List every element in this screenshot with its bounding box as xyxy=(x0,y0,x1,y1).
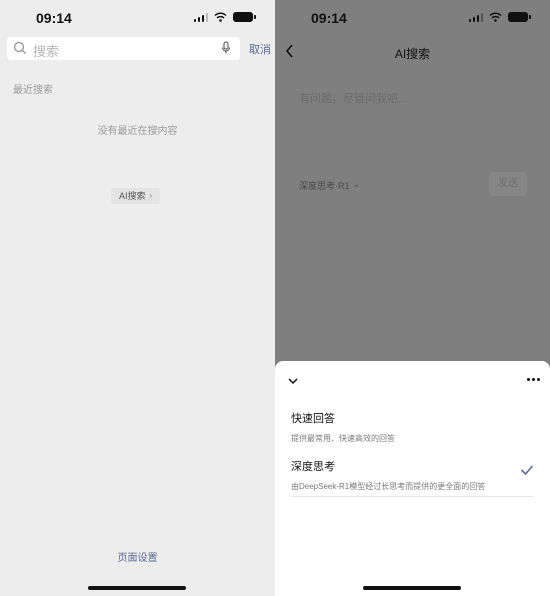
status-time: 09:14 xyxy=(311,10,347,26)
status-time: 09:14 xyxy=(36,10,72,26)
ai-search-screen: 09:14 AI搜索 有问题，尽管问我吧… 深度思考·R1 ⌄ 发送 快速回答 … xyxy=(275,0,550,596)
wifi-icon xyxy=(489,12,502,22)
wifi-icon xyxy=(214,12,227,22)
option-title: 深度思考 xyxy=(291,461,335,473)
battery-icon xyxy=(508,12,531,22)
send-button[interactable]: 发送 xyxy=(489,172,527,196)
page-settings-link[interactable]: 页面设置 xyxy=(0,549,275,564)
status-icons xyxy=(468,12,531,22)
cancel-button[interactable]: 取消 xyxy=(249,41,271,57)
page-title: AI搜索 xyxy=(394,47,431,61)
home-indicator xyxy=(88,586,186,590)
status-bar: 09:14 xyxy=(0,0,275,36)
mic-icon[interactable] xyxy=(221,41,231,55)
chevron-down-icon: ⌄ xyxy=(352,179,361,189)
search-input[interactable]: 搜索 xyxy=(7,37,240,60)
search-placeholder: 搜索 xyxy=(33,44,60,59)
check-icon xyxy=(520,465,534,476)
empty-hint: 没有最近在搜内容 xyxy=(97,126,178,137)
ai-search-label: AI搜索 xyxy=(119,191,146,201)
mode-label: 深度思考·R1 xyxy=(299,181,350,191)
recent-searches-label: 最近搜索 xyxy=(13,85,53,96)
search-screen: 09:14 搜索 取消 最近搜索 没有最近在搜内容 AI搜索 › 页面设置 xyxy=(0,0,275,596)
mode-selector[interactable]: 深度思考·R1 ⌄ xyxy=(299,179,360,192)
more-icon[interactable] xyxy=(527,378,540,381)
status-icons xyxy=(193,12,256,22)
divider xyxy=(291,496,534,497)
chevron-down-icon[interactable] xyxy=(287,376,299,386)
option-fast-answer[interactable]: 快速回答 提供最常用、快速高效的回答 xyxy=(291,410,534,444)
search-icon xyxy=(13,41,26,54)
option-deep-thinking[interactable]: 深度思考 由DeepSeek-R1模型经过长思考而提供的更全面的回答 xyxy=(291,458,534,492)
question-input[interactable]: 有问题，尽管问我吧… xyxy=(299,90,409,106)
option-desc: 由DeepSeek-R1模型经过长思考而提供的更全面的回答 xyxy=(291,482,486,491)
battery-icon xyxy=(233,12,256,22)
signal-icon xyxy=(468,12,483,22)
option-title: 快速回答 xyxy=(291,413,335,425)
status-bar: 09:14 xyxy=(275,0,550,36)
home-indicator xyxy=(363,586,461,590)
option-desc: 提供最常用、快速高效的回答 xyxy=(291,434,395,443)
chevron-right-icon: › xyxy=(149,191,153,200)
ai-search-button[interactable]: AI搜索 › xyxy=(111,188,161,204)
signal-icon xyxy=(193,12,208,22)
